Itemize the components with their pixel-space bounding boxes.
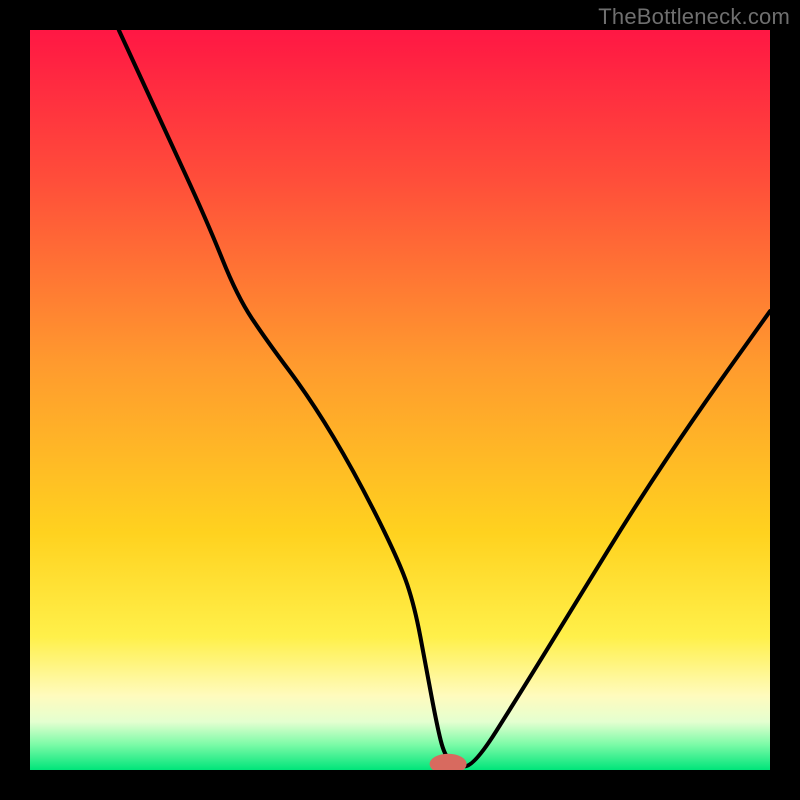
chart-stage: TheBottleneck.com [0,0,800,800]
watermark-text: TheBottleneck.com [598,4,790,30]
gradient-background [30,30,770,770]
bottleneck-chart [30,30,770,770]
